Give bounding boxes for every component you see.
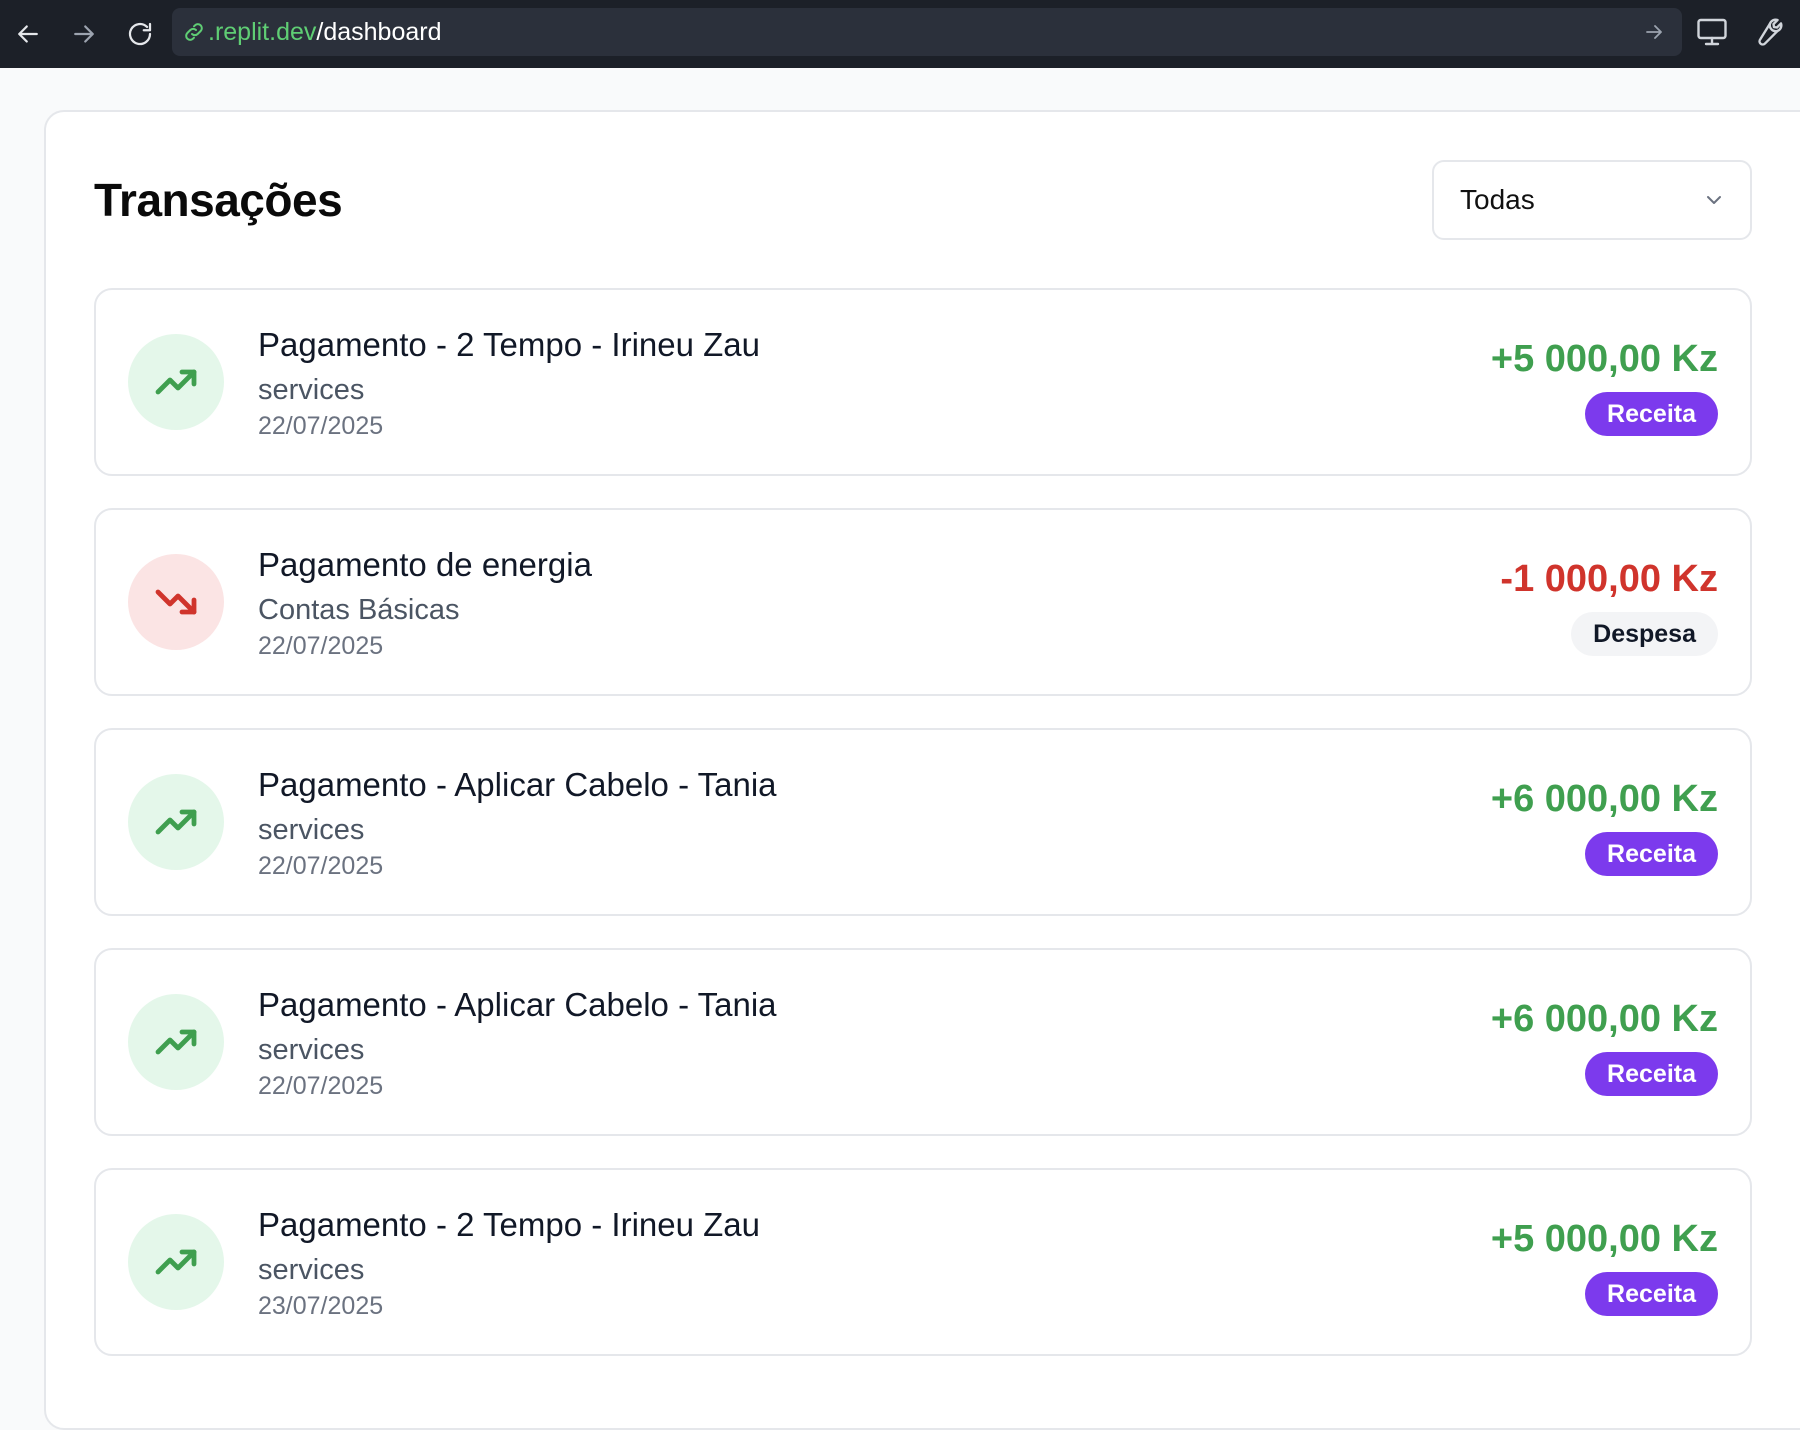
transaction-title: Pagamento - 2 Tempo - Irineu Zau	[258, 326, 760, 363]
transaction-date: 22/07/2025	[258, 852, 384, 880]
transaction-date: 22/07/2025	[258, 412, 384, 440]
transaction-type-filter[interactable]: Todas	[1432, 160, 1752, 240]
transaction-amount: +6 000,00 Kz	[1490, 998, 1718, 1040]
trending-down-icon	[155, 589, 197, 615]
transaction-type-badge: Receita	[1585, 392, 1718, 436]
back-button[interactable]	[6, 12, 50, 56]
arrow-left-icon	[18, 25, 38, 43]
reload-button[interactable]	[118, 12, 162, 56]
browser-toolbar: .replit.dev/dashboard	[0, 0, 1800, 68]
transaction-row[interactable]: Pagamento - 2 Tempo - Irineu Zau service…	[94, 1168, 1752, 1356]
transaction-date: 22/07/2025	[258, 1072, 384, 1100]
trending-up-icon	[155, 809, 197, 835]
wrench-icon[interactable]	[1748, 14, 1784, 50]
transaction-row[interactable]: Pagamento de energia Contas Básicas 22/0…	[94, 508, 1752, 696]
transaction-row[interactable]: Pagamento - Aplicar Cabelo - Tania servi…	[94, 728, 1752, 916]
filter-selected-value: Todas	[1460, 184, 1535, 215]
reload-icon	[128, 22, 152, 46]
transaction-category: services	[258, 374, 365, 406]
monitor-icon[interactable]	[1694, 14, 1730, 50]
trending-up-icon	[155, 1029, 197, 1055]
expense-icon-badge	[128, 554, 224, 650]
income-icon-badge	[128, 774, 224, 870]
transaction-date: 22/07/2025	[258, 632, 384, 660]
income-icon-badge	[128, 994, 224, 1090]
transaction-amount: +6 000,00 Kz	[1490, 778, 1718, 820]
trending-up-icon	[155, 369, 197, 395]
url-text: .replit.dev/dashboard	[208, 8, 442, 56]
transaction-row[interactable]: Pagamento - Aplicar Cabelo - Tania servi…	[94, 948, 1752, 1136]
transaction-title: Pagamento - Aplicar Cabelo - Tania	[258, 766, 777, 803]
transaction-date: 23/07/2025	[258, 1292, 384, 1320]
transaction-type-badge: Receita	[1585, 832, 1718, 876]
chevron-down-icon	[1707, 196, 1721, 204]
transaction-amount: -1 000,00 Kz	[1500, 558, 1718, 600]
transaction-title: Pagamento - 2 Tempo - Irineu Zau	[258, 1206, 760, 1243]
transaction-category: services	[258, 814, 365, 846]
url-domain: .replit.dev	[208, 18, 317, 46]
transaction-category: Contas Básicas	[258, 594, 460, 626]
page-title: Transações	[94, 174, 343, 226]
transaction-type-badge: Despesa	[1571, 612, 1718, 656]
trending-up-icon	[155, 1249, 197, 1275]
url-path: /dashboard	[316, 18, 442, 46]
transaction-type-badge: Receita	[1585, 1052, 1718, 1096]
income-icon-badge	[128, 334, 224, 430]
income-icon-badge	[128, 1214, 224, 1310]
transaction-category: services	[258, 1254, 365, 1286]
transaction-row[interactable]: Pagamento - 2 Tempo - Irineu Zau service…	[94, 288, 1752, 476]
arrow-right-icon	[74, 25, 94, 43]
transaction-title: Pagamento - Aplicar Cabelo - Tania	[258, 986, 777, 1023]
transaction-type-badge: Receita	[1585, 1272, 1718, 1316]
link-icon	[185, 23, 203, 41]
address-bar[interactable]: .replit.dev/dashboard	[172, 8, 1682, 56]
transaction-amount: +5 000,00 Kz	[1490, 1218, 1718, 1260]
transaction-amount: +5 000,00 Kz	[1490, 338, 1718, 380]
forward-button[interactable]	[62, 12, 106, 56]
transaction-title: Pagamento de energia	[258, 546, 592, 583]
transaction-category: services	[258, 1034, 365, 1066]
go-arrow-icon[interactable]	[1642, 20, 1666, 44]
